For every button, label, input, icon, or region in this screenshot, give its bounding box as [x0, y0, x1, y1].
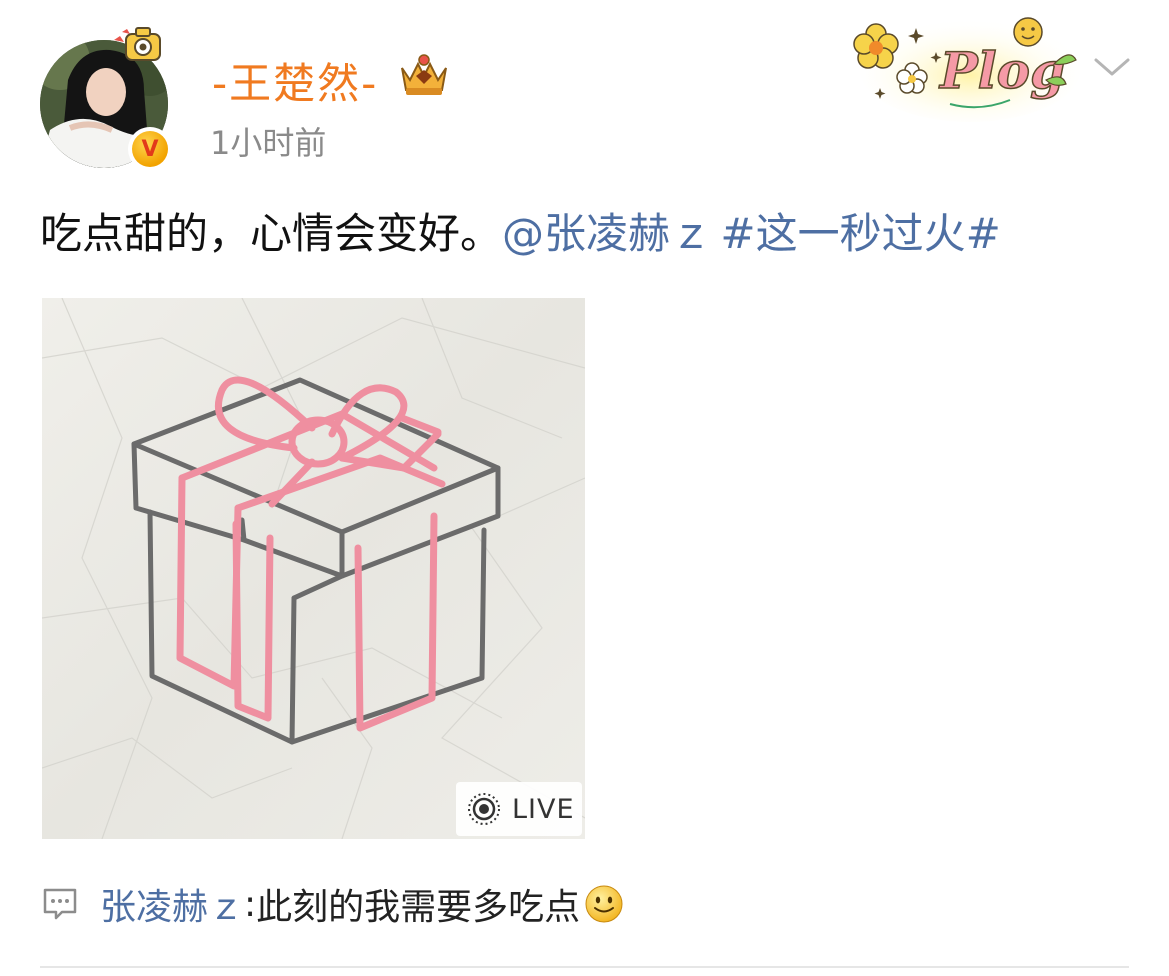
- mention-link[interactable]: @张凌赫ｚ: [502, 209, 712, 258]
- comment-bubble-icon: [43, 888, 77, 920]
- comment-text: 此刻的我需要多吃点: [256, 887, 581, 928]
- username[interactable]: -王楚然-: [212, 50, 378, 111]
- comment-separator: :: [244, 883, 257, 925]
- post-image[interactable]: [42, 298, 585, 839]
- hashtag-link[interactable]: #这一秒过火#: [720, 209, 1000, 258]
- chevron-down-icon[interactable]: [1090, 52, 1134, 82]
- camera-decoration-icon: [114, 27, 161, 61]
- live-photo-icon: [468, 793, 500, 825]
- plog-sticker: Plog: [853, 17, 1080, 122]
- post-text: 吃点甜的，心情会变好。@张凌赫ｚ #这一秒过火#: [40, 208, 1001, 260]
- crown-badge-icon[interactable]: [396, 52, 452, 98]
- post-timestamp: 1小时前: [210, 124, 327, 162]
- plog-text: Plog: [938, 41, 1065, 100]
- smile-emoji-icon: [585, 885, 623, 923]
- verified-v-icon: V: [128, 127, 172, 171]
- comment-preview[interactable]: 张凌赫ｚ: 此刻的我需要多吃点: [40, 878, 624, 930]
- divider: [40, 966, 1129, 968]
- post-body: 吃点甜的，心情会变好。: [40, 209, 503, 258]
- live-label: LIVE: [512, 793, 575, 825]
- comment-author[interactable]: 张凌赫ｚ: [100, 878, 244, 930]
- live-badge[interactable]: LIVE: [456, 782, 582, 836]
